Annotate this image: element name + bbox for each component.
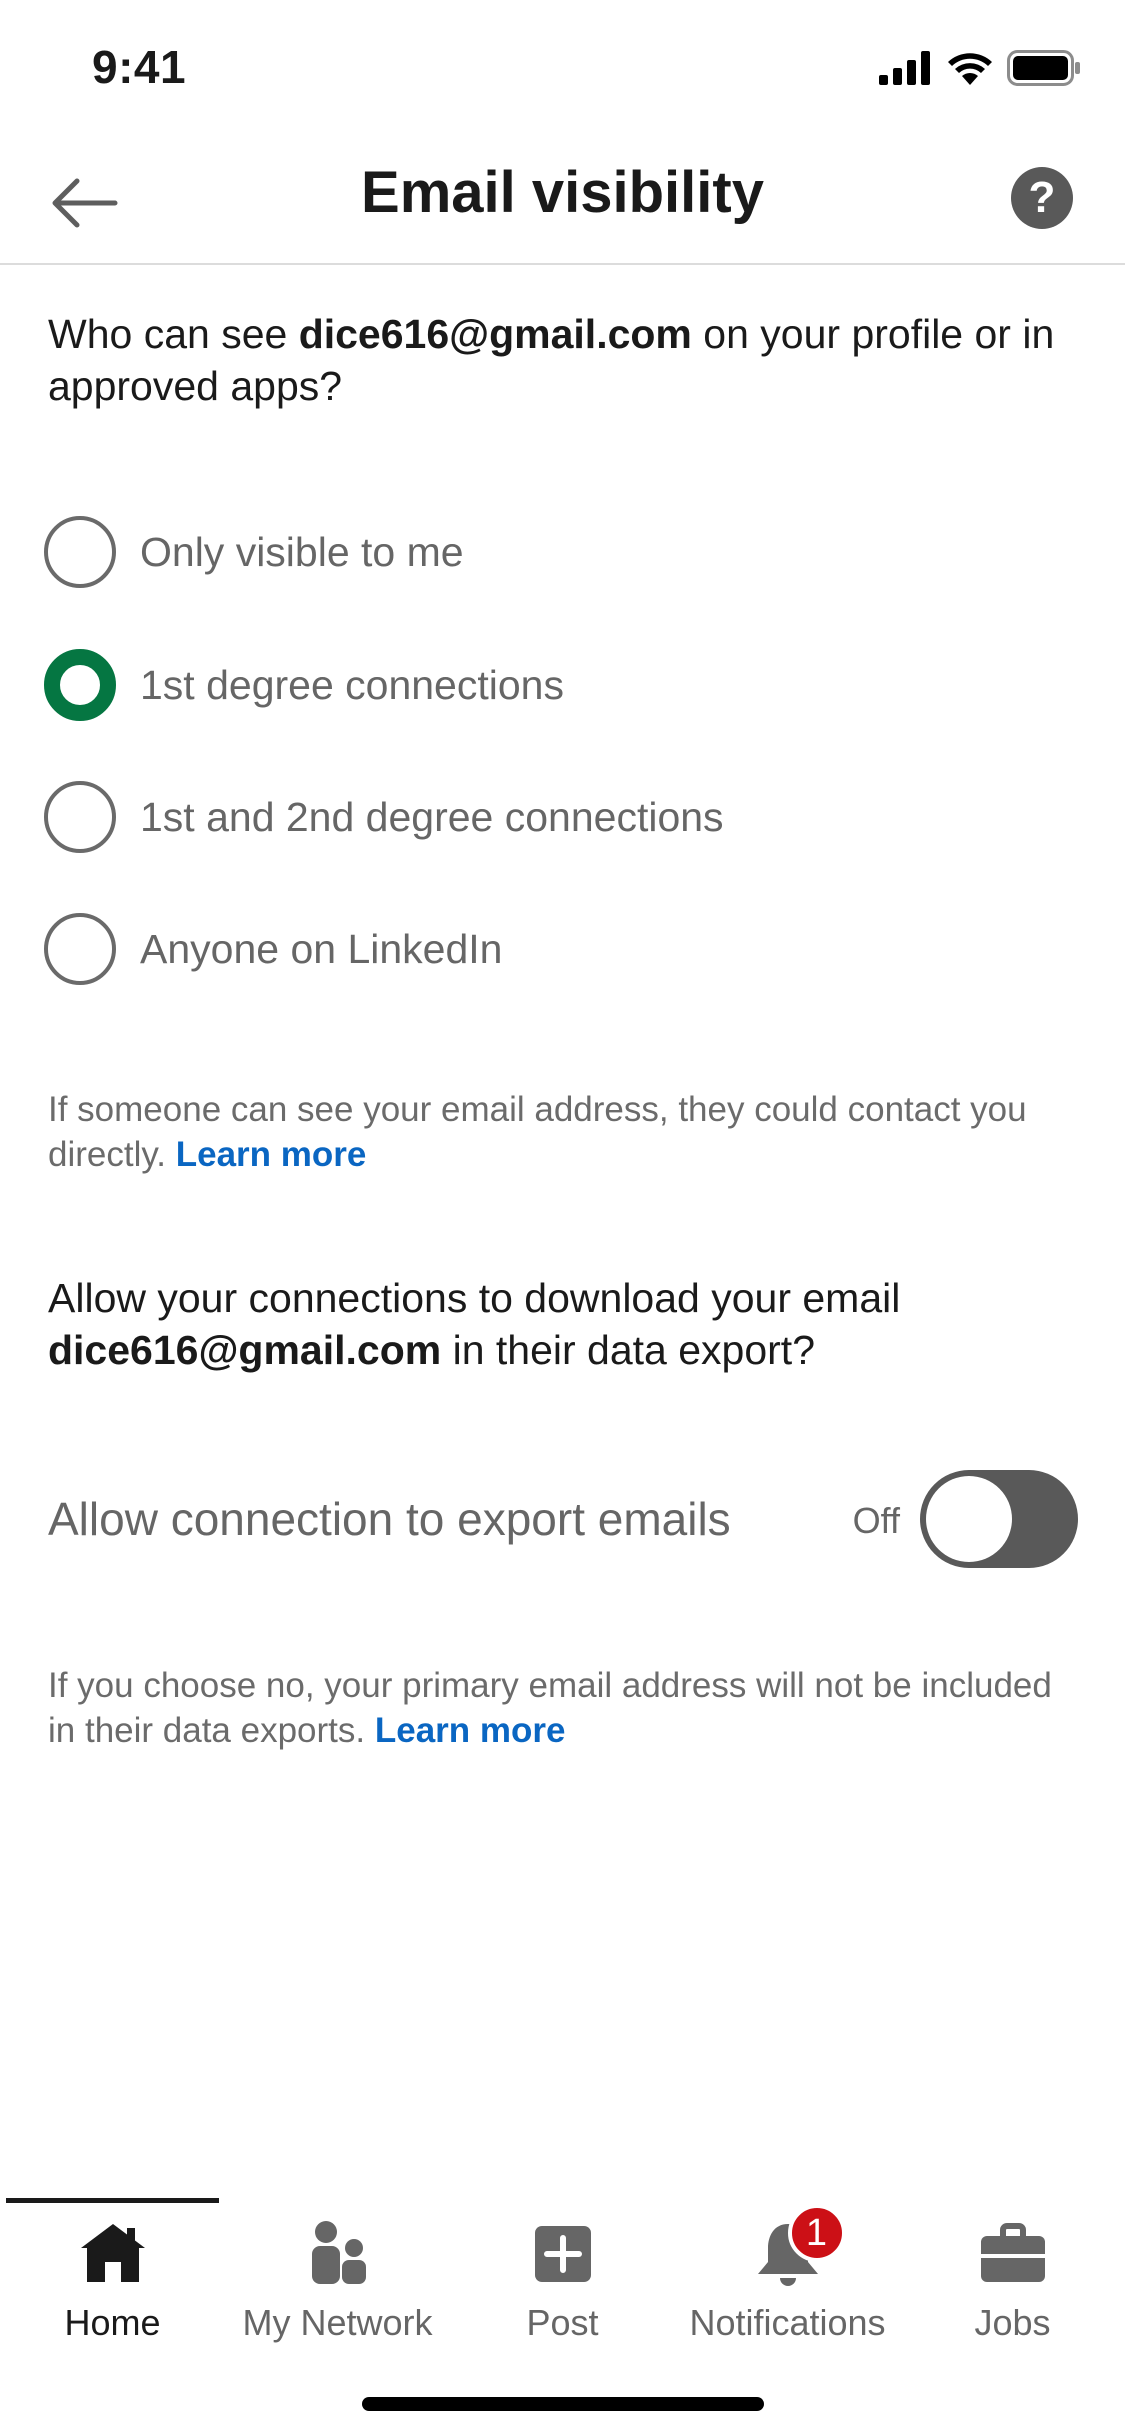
- radio-option-1st-degree[interactable]: 1st degree connections: [44, 640, 1084, 730]
- plus-icon: [527, 2218, 599, 2290]
- export-question-prefix: Allow your connections to download your …: [48, 1275, 901, 1321]
- active-tab-indicator: [6, 2198, 219, 2203]
- help-button[interactable]: ?: [1011, 167, 1073, 229]
- export-toggle-state: Off: [852, 1500, 900, 1541]
- nav-label: Notifications: [689, 2302, 886, 2343]
- export-info: If you choose no, your primary email add…: [48, 1663, 1078, 1753]
- help-icon: ?: [1028, 173, 1056, 222]
- nav-label: Home: [64, 2302, 161, 2343]
- nav-item-my-network[interactable]: My Network: [225, 2210, 450, 2355]
- status-time: 9:41: [92, 41, 187, 93]
- home-icon: [77, 2218, 149, 2290]
- radio-label: Only visible to me: [140, 528, 464, 575]
- radio-button[interactable]: [44, 913, 116, 985]
- learn-more-link[interactable]: Learn more: [176, 1135, 367, 1174]
- nav-label: Post: [526, 2302, 599, 2343]
- header: Email visibility ?: [0, 135, 1125, 265]
- learn-more-link[interactable]: Learn more: [375, 1711, 566, 1750]
- radio-option-only-me[interactable]: Only visible to me: [44, 507, 1084, 597]
- notification-badge: 1: [787, 2204, 846, 2262]
- home-indicator: [362, 2397, 764, 2411]
- radio-button[interactable]: [44, 781, 116, 853]
- nav-item-notifications[interactable]: 1 Notifications: [675, 2204, 900, 2355]
- people-icon: [302, 2218, 374, 2290]
- status-icons: [879, 50, 1081, 86]
- nav-item-post[interactable]: Post: [450, 2210, 675, 2355]
- nav-item-jobs[interactable]: Jobs: [900, 2210, 1125, 2355]
- visibility-question-prefix: Who can see: [48, 311, 299, 357]
- radio-label: 1st and 2nd degree connections: [140, 793, 724, 840]
- toggle-knob: [926, 1476, 1012, 1562]
- bell-icon: 1: [752, 2204, 846, 2290]
- radio-label: Anyone on LinkedIn: [140, 925, 503, 972]
- visibility-email: dice616@gmail.com: [298, 311, 692, 357]
- export-email: dice616@gmail.com: [48, 1327, 442, 1373]
- radio-option-1st-2nd-degree[interactable]: 1st and 2nd degree connections: [44, 772, 1084, 862]
- export-toggle-label: Allow connection to export emails: [48, 1493, 731, 1545]
- radio-button[interactable]: [44, 516, 116, 588]
- bottom-nav: Home My Network Post 1 Notifications Job…: [0, 2198, 1125, 2358]
- export-question-suffix: in their data export?: [441, 1327, 816, 1373]
- visibility-info: If someone can see your email address, t…: [48, 1087, 1078, 1177]
- radio-button-selected[interactable]: [44, 649, 116, 721]
- export-question: Allow your connections to download your …: [48, 1272, 1078, 1376]
- nav-label: My Network: [242, 2302, 433, 2343]
- status-bar: 9:41: [0, 0, 1125, 135]
- export-toggle-row: Allow connection to export emails Off: [48, 1470, 1078, 1570]
- radio-label: 1st degree connections: [140, 661, 564, 708]
- briefcase-icon: [977, 2218, 1049, 2290]
- visibility-question: Who can see dice616@gmail.com on your pr…: [48, 308, 1078, 412]
- radio-option-anyone[interactable]: Anyone on LinkedIn: [44, 904, 1084, 994]
- export-toggle-switch[interactable]: [920, 1470, 1078, 1568]
- signal-icon: [879, 51, 930, 85]
- nav-item-home[interactable]: Home: [0, 2210, 225, 2355]
- battery-icon: [1007, 50, 1080, 86]
- page-title: Email visibility: [361, 160, 764, 225]
- wifi-icon: [948, 53, 992, 85]
- nav-label: Jobs: [974, 2302, 1051, 2343]
